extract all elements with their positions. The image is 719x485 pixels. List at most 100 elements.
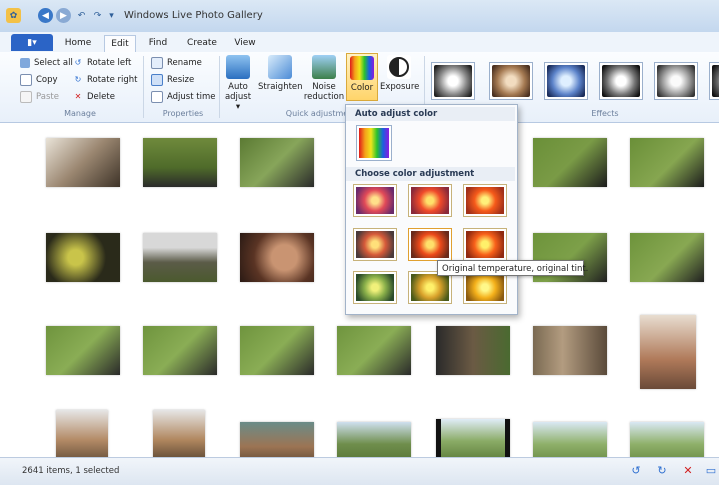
copy-button[interactable]: Copy xyxy=(20,73,58,86)
color-spectrum-icon xyxy=(359,128,389,158)
color-adjustment-dropdown: Auto adjust color Choose color adjustmen… xyxy=(345,104,518,315)
swatch-image xyxy=(466,274,504,301)
exposure-icon xyxy=(387,55,411,79)
photo-thumbnail[interactable] xyxy=(436,326,510,375)
color-preset-cool-neutral[interactable] xyxy=(353,228,397,261)
color-preset-neutral-magenta[interactable] xyxy=(408,184,452,217)
photo-thumbnail[interactable] xyxy=(640,315,696,389)
group-divider xyxy=(219,56,220,118)
color-preset-warm-neutral[interactable] xyxy=(463,228,507,261)
copy-icon xyxy=(20,73,32,86)
tab-view[interactable]: View xyxy=(230,35,260,52)
swatch-image xyxy=(356,274,394,301)
adjust-time-label: Adjust time xyxy=(167,91,216,102)
straighten-label: Straighten xyxy=(258,82,303,92)
photo-thumbnail[interactable] xyxy=(240,326,314,375)
video-thumbnail[interactable] xyxy=(436,419,510,457)
rename-button[interactable]: Rename xyxy=(151,56,202,69)
photo-thumbnail[interactable] xyxy=(337,326,411,375)
forward-icon[interactable]: ▶ xyxy=(56,8,71,23)
rotate-right-label: Rotate right xyxy=(87,74,138,85)
group-label-effects: Effects xyxy=(591,109,619,118)
effect-thumb xyxy=(712,65,719,97)
rotate-right-icon: ↻ xyxy=(74,75,82,84)
photo-thumbnail[interactable] xyxy=(143,233,217,282)
photo-thumbnail[interactable] xyxy=(533,422,607,457)
color-preset-warm-magenta[interactable] xyxy=(463,184,507,217)
effect-red-filter[interactable] xyxy=(709,62,719,100)
delete-icon: ✕ xyxy=(74,92,82,101)
rotate-left-button[interactable]: ↺ Rotate left xyxy=(73,56,132,69)
noise-reduction-button[interactable]: Noise reduction xyxy=(302,55,346,102)
resize-button[interactable]: Resize xyxy=(151,73,194,86)
noise-reduction-label: Noise reduction xyxy=(303,82,345,102)
photo-thumbnail[interactable] xyxy=(240,422,314,457)
color-preset-cool-green[interactable] xyxy=(353,271,397,304)
file-menu-button[interactable]: ▮▾ xyxy=(11,34,53,51)
photo-thumbnail[interactable] xyxy=(153,410,205,457)
back-icon[interactable]: ◀ xyxy=(38,8,53,23)
color-preset-cool-magenta[interactable] xyxy=(353,184,397,217)
calendar-icon xyxy=(151,90,163,103)
select-all-icon xyxy=(20,57,30,68)
choose-color-adjustment-header: Choose color adjustment xyxy=(346,167,515,181)
copy-label: Copy xyxy=(36,74,58,85)
photo-thumbnail[interactable] xyxy=(240,233,314,282)
effect-black-white[interactable] xyxy=(431,62,475,100)
app-icon[interactable]: ✿ xyxy=(6,8,21,23)
paste-label: Paste xyxy=(36,91,59,102)
effect-yellow-filter[interactable] xyxy=(654,62,698,100)
customize-toolbar-icon[interactable]: ▾ xyxy=(104,8,119,23)
rotate-right-button[interactable]: ↻ Rotate right xyxy=(73,73,138,86)
rotate-left-icon[interactable]: ↺ xyxy=(629,464,643,478)
auto-adjust-color-option[interactable] xyxy=(356,125,392,161)
photo-thumbnail[interactable] xyxy=(56,410,108,457)
status-bar: 2641 items, 1 selected ↺ ↻ ✕ ▭ xyxy=(0,457,719,485)
photo-thumbnail[interactable] xyxy=(630,138,704,187)
effect-orange-filter[interactable] xyxy=(599,62,643,100)
color-label: Color xyxy=(350,83,374,93)
tab-create[interactable]: Create xyxy=(183,35,221,52)
photo-thumbnail[interactable] xyxy=(533,326,607,375)
ribbon-tabs: ▮▾ Home Edit Find Create View xyxy=(0,32,719,53)
color-button[interactable]: Color xyxy=(346,53,378,101)
photo-thumbnail[interactable] xyxy=(240,138,314,187)
photo-thumbnail[interactable] xyxy=(46,326,120,375)
auto-adjust-label: Auto adjust ▾ xyxy=(224,82,252,112)
photo-thumbnail[interactable] xyxy=(46,233,120,282)
redo-icon[interactable]: ↷ xyxy=(90,8,105,23)
effect-thumb xyxy=(547,65,585,97)
tab-find[interactable]: Find xyxy=(143,35,173,52)
rotate-right-icon[interactable]: ↻ xyxy=(655,464,669,478)
rotate-left-icon: ↺ xyxy=(74,58,82,67)
straighten-button[interactable]: Straighten xyxy=(258,55,303,92)
exposure-label: Exposure xyxy=(380,82,420,92)
swatch-image xyxy=(356,187,394,214)
exposure-button[interactable]: Exposure xyxy=(380,55,420,92)
effect-sepia[interactable] xyxy=(489,62,533,100)
delete-icon[interactable]: ✕ xyxy=(681,464,695,478)
color-spectrum-icon xyxy=(350,56,374,80)
auto-adjust-button[interactable]: Auto adjust ▾ xyxy=(222,55,254,112)
photo-thumbnail[interactable] xyxy=(46,138,120,187)
photo-thumbnail[interactable] xyxy=(533,138,607,187)
effect-cyan[interactable] xyxy=(544,62,588,100)
tab-home[interactable]: Home xyxy=(62,35,94,52)
photo-thumbnail[interactable] xyxy=(143,326,217,375)
photo-thumbnail[interactable] xyxy=(630,422,704,457)
slideshow-icon[interactable]: ▭ xyxy=(704,464,718,478)
effect-thumb xyxy=(492,65,530,97)
undo-icon[interactable]: ↶ xyxy=(74,8,89,23)
tab-edit[interactable]: Edit xyxy=(104,35,136,53)
photo-thumbnail[interactable] xyxy=(337,422,411,457)
adjust-time-button[interactable]: Adjust time xyxy=(151,90,215,103)
swatch-image xyxy=(411,231,449,258)
select-all-button[interactable]: Select all xyxy=(20,56,73,69)
status-text: 2641 items, 1 selected xyxy=(22,466,120,476)
photo-thumbnail[interactable] xyxy=(143,138,217,187)
paste-button[interactable]: Paste xyxy=(20,90,59,103)
delete-button[interactable]: ✕ Delete xyxy=(73,90,115,103)
auto-adjust-color-header: Auto adjust color xyxy=(346,107,515,121)
photo-thumbnail[interactable] xyxy=(630,233,704,282)
color-preset-original[interactable] xyxy=(408,228,452,261)
